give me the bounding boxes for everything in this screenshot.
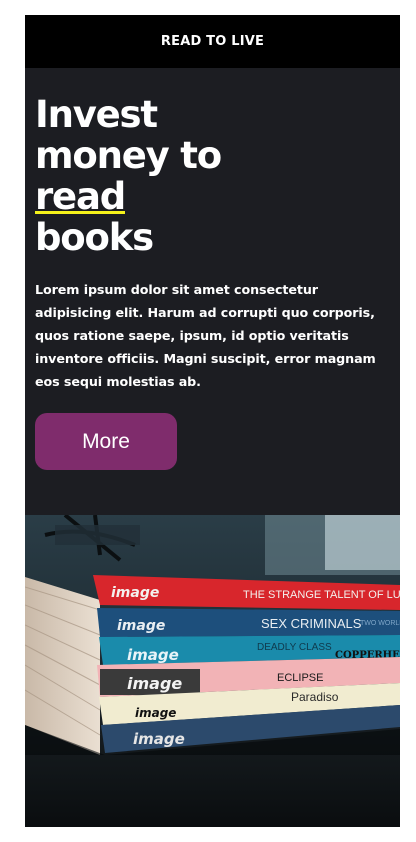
- svg-text:ECLIPSE: ECLIPSE: [277, 672, 323, 684]
- books-stack-photo: image THE STRANGE TALENT OF LUTHER image…: [25, 515, 400, 827]
- svg-text:Paradiso: Paradiso: [291, 690, 339, 704]
- top-bar: READ TO LIVE: [25, 15, 400, 68]
- photo-illustration: image THE STRANGE TALENT OF LUTHER image…: [25, 515, 400, 827]
- headline-highlight-word: read: [35, 175, 126, 218]
- headline-line-4: books: [35, 216, 154, 259]
- svg-text:THE STRANGE TALENT OF LUTHER: THE STRANGE TALENT OF LUTHER: [243, 589, 400, 601]
- svg-text:image: image: [127, 646, 179, 664]
- headline-line-3: read: [35, 176, 388, 217]
- svg-text:SEX CRIMINALS: SEX CRIMINALS: [261, 616, 362, 631]
- app-screen: READ TO LIVE Invest money to read books …: [25, 15, 400, 827]
- hero-description: Lorem ipsum dolor sit amet consectetur a…: [35, 282, 376, 389]
- hero-headline: Invest money to read books: [35, 94, 388, 258]
- more-button[interactable]: More: [35, 413, 177, 470]
- svg-text:image: image: [135, 706, 176, 720]
- headline-line-2: money to: [35, 134, 222, 177]
- headline-line-1: Invest: [35, 93, 158, 136]
- svg-text:TWO WORLDS: TWO WORLDS: [360, 620, 400, 627]
- svg-text:image: image: [117, 618, 165, 634]
- svg-text:image: image: [127, 674, 182, 693]
- hero-section: Invest money to read books Lorem ipsum d…: [25, 68, 400, 470]
- svg-text:image: image: [111, 585, 159, 601]
- svg-text:image: image: [133, 730, 185, 748]
- svg-text:DEADLY CLASS: DEADLY CLASS: [257, 642, 332, 653]
- brand-title[interactable]: READ TO LIVE: [161, 34, 264, 49]
